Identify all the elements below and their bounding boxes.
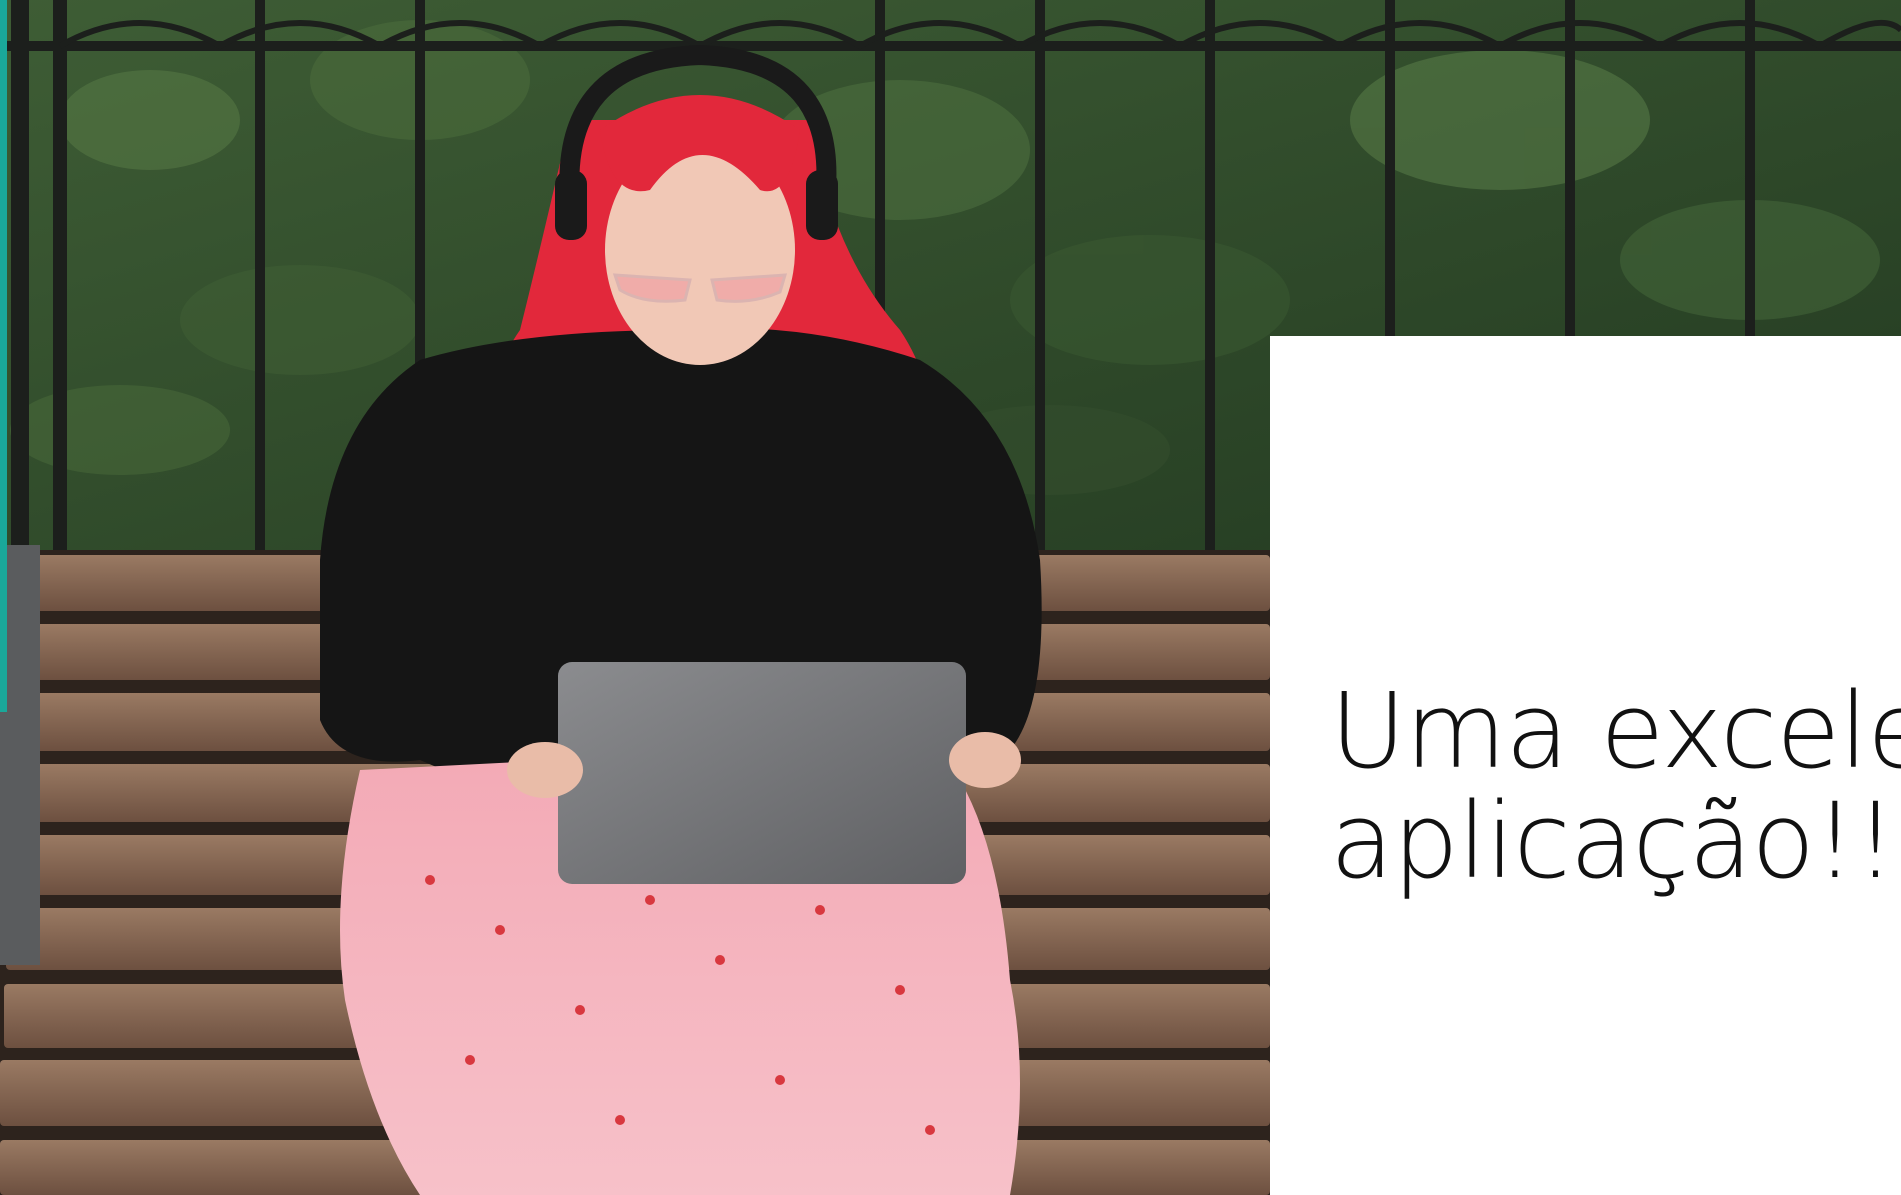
caption-line-1: Uma excele bbox=[1330, 670, 1901, 792]
accent-edge-strip bbox=[0, 0, 7, 712]
caption-card: Uma excele aplicação!!! bbox=[1270, 336, 1901, 1195]
caption-line-2: aplicação!!! bbox=[1330, 780, 1901, 902]
laptop bbox=[558, 662, 966, 884]
caption-heading: Uma excele aplicação!!! bbox=[1330, 676, 1901, 896]
